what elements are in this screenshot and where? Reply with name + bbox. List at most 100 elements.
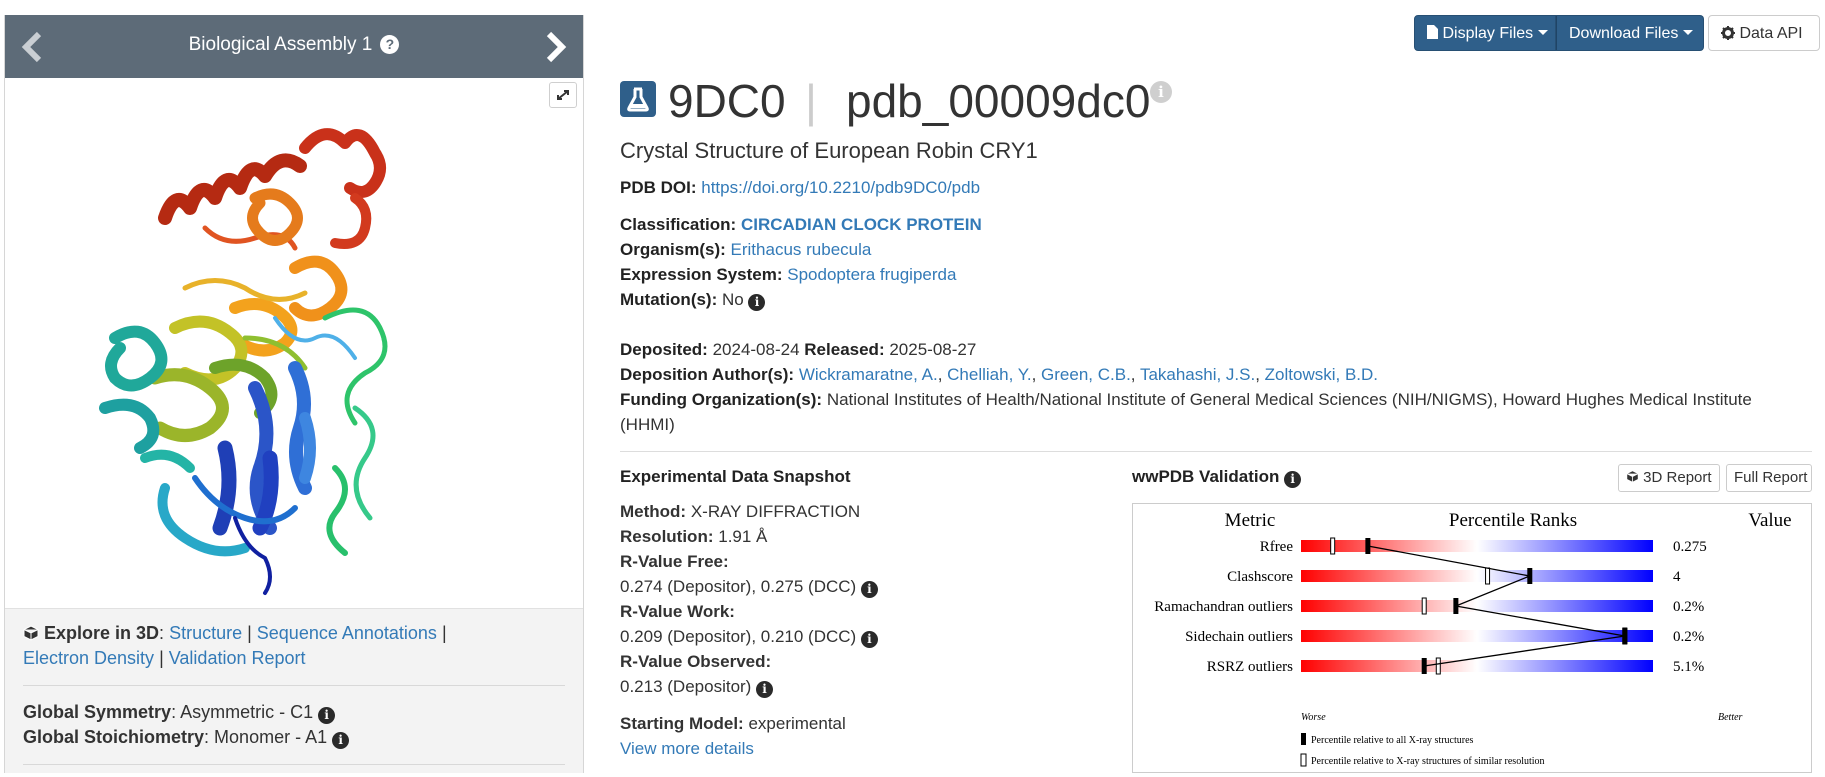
structure-link[interactable]: Structure: [169, 623, 242, 643]
method: Method: X-RAY DIFFRACTION: [620, 502, 861, 521]
similar-resolution-marker: [1330, 537, 1336, 555]
caret-down-icon: [1538, 30, 1549, 35]
metric-header: Metric: [1225, 510, 1276, 531]
data-api-button[interactable]: Data API: [1708, 15, 1820, 51]
download-files-button[interactable]: Download Files: [1556, 15, 1704, 51]
chevron-right-icon[interactable]: [545, 31, 567, 63]
info-icon[interactable]: i: [1150, 81, 1172, 103]
symmetry-info: Global Symmetry: Asymmetric - C1 i Globa…: [23, 700, 565, 750]
sequence-annotations-link[interactable]: Sequence Annotations: [257, 623, 437, 643]
assembly-title: Biological Assembly 1?: [5, 34, 583, 56]
metric-value: 5.1%: [1673, 659, 1704, 675]
r-value-observed: 0.213 (Depositor) i: [620, 674, 1100, 699]
extended-pdb-id: pdb_00009dc0: [846, 75, 1151, 127]
info-icon[interactable]: i: [1284, 471, 1302, 488]
organism-link[interactable]: Erithacus rubecula: [731, 240, 872, 259]
question-icon[interactable]: ?: [380, 35, 400, 54]
validation-report-link[interactable]: Validation Report: [169, 648, 306, 668]
resolution: Resolution: 1.91 Å: [620, 527, 768, 546]
author-link[interactable]: Zoltowski, B.D.: [1265, 365, 1378, 384]
all-structures-marker: [1527, 568, 1533, 584]
metric-value: 0.275: [1673, 539, 1707, 555]
info-icon[interactable]: i: [332, 732, 350, 749]
r-value-work: 0.209 (Depositor), 0.210 (DCC) i: [620, 624, 1100, 649]
percentile-bar: [1301, 540, 1653, 552]
doi-link[interactable]: https://doi.org/10.2210/pdb9DC0/pdb: [701, 178, 980, 197]
r-value-observed-label: R-Value Observed:: [620, 652, 772, 671]
protein-ribbon-image: [99, 128, 388, 595]
better-label: Better: [1718, 712, 1743, 723]
entry-title: Crystal Structure of European Robin CRY1: [620, 138, 1038, 163]
author-link[interactable]: Wickramaratne, A.: [799, 365, 938, 384]
similar-resolution-marker: [1435, 657, 1441, 675]
legend-all-marker: [1301, 733, 1306, 745]
validation-title: wwPDB Validation i: [1132, 467, 1302, 488]
legend-similar-text: Percentile relative to X-ray structures …: [1311, 756, 1545, 767]
percentile-bar: [1301, 570, 1653, 582]
divider: [23, 764, 565, 765]
author-link[interactable]: Green, C.B.: [1041, 365, 1131, 384]
expression-system: Expression System: Spodoptera frugiperda: [620, 265, 957, 284]
electron-density-link[interactable]: Electron Density: [23, 648, 154, 668]
gear-icon: [1721, 26, 1735, 40]
metric-name: Ramachandran outliers: [1154, 599, 1293, 615]
metric-value: 4: [1673, 569, 1681, 585]
r-value-free-label: R-Value Free:: [620, 552, 729, 571]
all-structures-marker: [1365, 538, 1371, 554]
metric-value: 0.2%: [1673, 629, 1704, 645]
percentile-bar: [1301, 660, 1653, 672]
metric-name: Clashscore: [1227, 569, 1293, 585]
full-report-button[interactable]: Full Report: [1726, 464, 1812, 492]
mutations: Mutation(s): No i: [620, 290, 766, 311]
author-link[interactable]: Chelliah, Y.: [947, 365, 1031, 384]
divider: [23, 685, 565, 686]
info-icon[interactable]: i: [860, 631, 878, 648]
info-icon[interactable]: i: [860, 581, 878, 598]
deposition-authors: Deposition Author(s): Wickramaratne, A.,…: [620, 365, 1379, 384]
caret-down-icon: [1683, 30, 1694, 35]
worse-label: Worse: [1301, 712, 1326, 723]
legend-all-text: Percentile relative to all X-ray structu…: [1311, 735, 1474, 746]
view-more-details-link[interactable]: View more details: [620, 739, 754, 758]
id-separator: |: [805, 75, 817, 127]
assembly-title-text: Biological Assembly 1: [188, 34, 373, 55]
explore-label: Explore in 3D: [44, 623, 160, 643]
entry-id: 9DC0: [668, 75, 786, 127]
dates: Deposited: 2024-08-24 Released: 2025-08-…: [620, 340, 977, 359]
funding-organizations: Funding Organization(s): National Instit…: [620, 390, 1752, 409]
pdb-doi: PDB DOI: https://doi.org/10.2210/pdb9DC0…: [620, 178, 981, 197]
expression-system-link[interactable]: Spodoptera frugiperda: [787, 265, 956, 284]
info-icon[interactable]: i: [748, 294, 766, 311]
legend-similar-marker: [1300, 753, 1307, 767]
experimental-data-snapshot: Experimental Data Snapshot Method: X-RAY…: [620, 467, 1100, 761]
file-icon: [1427, 25, 1438, 39]
percentile-ranks-header: Percentile Ranks: [1449, 510, 1577, 531]
all-structures-marker: [1453, 598, 1459, 614]
expand-icon[interactable]: [549, 82, 577, 108]
all-structures-marker: [1622, 628, 1628, 644]
explore-panel: Explore in 3D: Structure | Sequence Anno…: [5, 608, 583, 773]
display-files-button[interactable]: Display Files: [1414, 15, 1556, 51]
global-symmetry: Global Symmetry: Asymmetric - C1 i: [23, 700, 565, 725]
molecule-3d-viewer[interactable]: [5, 78, 583, 608]
metric-name: RSRZ outliers: [1207, 659, 1293, 675]
starting-model: Starting Model: experimental: [620, 714, 846, 733]
similar-resolution-marker: [1421, 597, 1427, 615]
released-date: 2025-08-27: [889, 340, 977, 359]
info-icon[interactable]: i: [756, 681, 774, 698]
info-icon[interactable]: i: [318, 707, 336, 724]
author-link[interactable]: Takahashi, J.S.: [1140, 365, 1255, 384]
view-more: View more details: [620, 736, 1100, 761]
similar-resolution-marker: [1485, 567, 1491, 585]
snapshot-title: Experimental Data Snapshot: [620, 467, 851, 486]
global-stoichiometry: Global Stoichiometry: Monomer - A1 i: [23, 725, 565, 750]
divider: [620, 451, 1812, 452]
organism: Organism(s): Erithacus rubecula: [620, 240, 872, 259]
classification: Classification: CIRCADIAN CLOCK PROTEIN: [620, 215, 982, 234]
classification-link[interactable]: CIRCADIAN CLOCK PROTEIN: [741, 215, 982, 234]
structure-panel: Biological Assembly 1? Explore in 3D: St…: [4, 15, 584, 773]
cube-icon: [1626, 470, 1639, 483]
3d-report-button[interactable]: 3D Report: [1618, 464, 1720, 492]
metric-value: 0.2%: [1673, 599, 1704, 615]
value-header: Value: [1748, 510, 1791, 531]
